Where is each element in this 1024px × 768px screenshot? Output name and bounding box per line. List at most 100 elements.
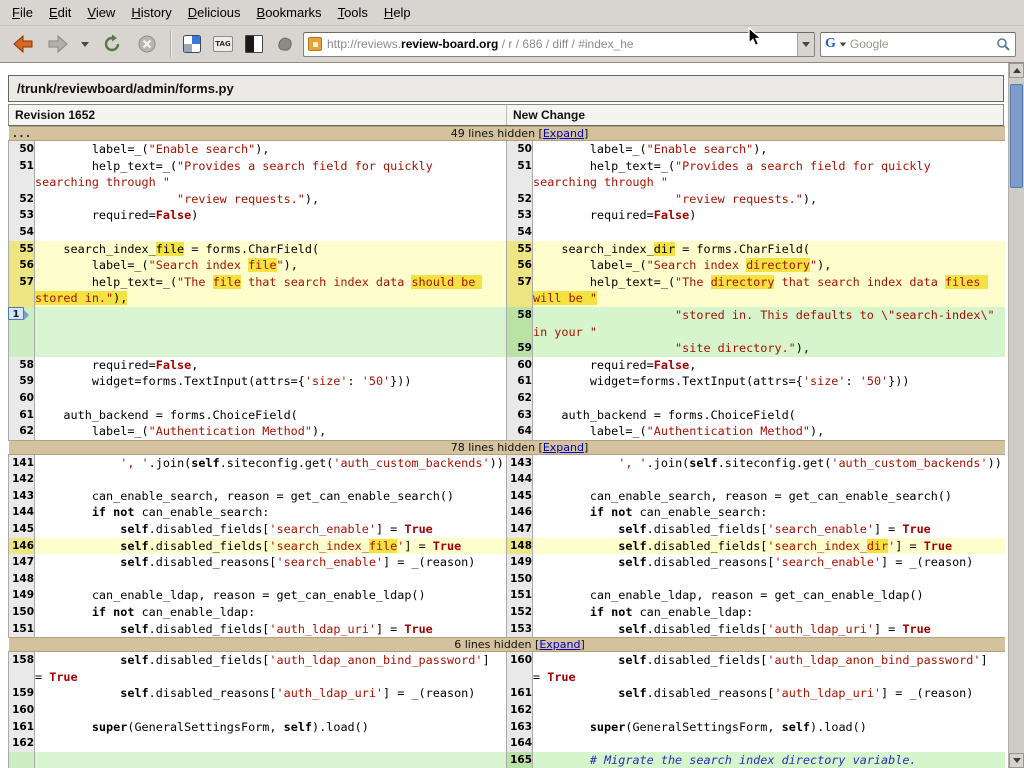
line-number[interactable]: 55 <box>507 241 533 258</box>
line-number[interactable]: 164 <box>507 735 533 752</box>
url-dropdown-button[interactable] <box>797 33 814 56</box>
line-number[interactable]: 64 <box>507 423 533 440</box>
line-number[interactable]: 161 <box>507 685 533 702</box>
line-number[interactable]: 147 <box>507 521 533 538</box>
diff-row: 162 164 <box>9 735 1005 752</box>
back-button[interactable] <box>8 29 38 59</box>
reload-button[interactable] <box>97 29 127 59</box>
line-number[interactable]: 57 <box>9 274 35 307</box>
line-number[interactable]: 150 <box>9 604 35 621</box>
comment-flag[interactable]: 1 <box>8 307 24 320</box>
line-number[interactable]: 144 <box>507 471 533 488</box>
tag-button[interactable]: TAG <box>210 30 236 58</box>
search-input[interactable]: Google <box>850 37 993 51</box>
menu-delicious[interactable]: Delicious <box>180 1 249 24</box>
menu-bookmarks[interactable]: Bookmarks <box>249 1 330 24</box>
line-number[interactable]: 142 <box>9 471 35 488</box>
line-number[interactable]: 53 <box>507 207 533 224</box>
line-number[interactable]: 161 <box>9 719 35 736</box>
expand-link[interactable]: Expand <box>543 441 584 454</box>
line-number[interactable] <box>9 340 35 357</box>
line-number[interactable]: 150 <box>507 571 533 588</box>
forward-button[interactable] <box>43 29 73 59</box>
menu-view[interactable]: View <box>79 1 123 24</box>
line-number[interactable]: 151 <box>507 587 533 604</box>
expand-link[interactable]: Expand <box>539 638 580 651</box>
scroll-down-button[interactable] <box>1009 753 1024 768</box>
code-cell: help_text=_("The directory that search i… <box>533 274 1005 307</box>
line-number[interactable]: 60 <box>507 357 533 374</box>
menu-tools[interactable]: Tools <box>330 1 376 24</box>
line-number[interactable]: 59 <box>9 373 35 390</box>
scrollbar-thumb[interactable] <box>1010 84 1023 188</box>
url-bar[interactable]: http://reviews.review-board.org / r / 68… <box>303 32 815 57</box>
line-number[interactable]: 160 <box>9 702 35 719</box>
menu-help[interactable]: Help <box>376 1 419 24</box>
search-bar[interactable]: G Google <box>820 32 1016 57</box>
line-number[interactable]: 62 <box>9 423 35 440</box>
line-number[interactable]: 50 <box>9 141 35 158</box>
line-number[interactable]: 50 <box>507 141 533 158</box>
line-number[interactable]: 165 <box>507 752 533 768</box>
line-number[interactable]: 148 <box>9 571 35 588</box>
line-number[interactable]: 145 <box>9 521 35 538</box>
line-number[interactable]: 158 <box>9 652 35 686</box>
line-number[interactable]: 51 <box>507 158 533 191</box>
extension-button[interactable] <box>272 30 298 58</box>
history-dropdown-button[interactable] <box>78 29 92 59</box>
line-number[interactable]: 58 <box>507 307 533 340</box>
line-number[interactable]: 57 <box>507 274 533 307</box>
line-number[interactable]: 54 <box>507 224 533 241</box>
line-number[interactable]: 146 <box>507 504 533 521</box>
scroll-up-button[interactable] <box>1009 63 1024 78</box>
line-number[interactable]: 56 <box>9 257 35 274</box>
line-number[interactable]: 63 <box>507 407 533 424</box>
line-number[interactable]: 153 <box>507 621 533 638</box>
expand-link[interactable]: Expand <box>543 127 584 140</box>
line-number[interactable]: 52 <box>9 191 35 208</box>
line-number[interactable]: 58 <box>9 357 35 374</box>
stop-button[interactable] <box>132 29 162 59</box>
line-number[interactable]: 149 <box>507 554 533 571</box>
separator-dots <box>9 440 35 454</box>
line-number[interactable] <box>9 752 35 768</box>
line-number[interactable]: 1 <box>9 307 35 340</box>
line-number[interactable]: 61 <box>507 373 533 390</box>
line-number[interactable]: 159 <box>9 685 35 702</box>
line-number[interactable]: 141 <box>9 454 35 471</box>
line-number[interactable]: 149 <box>9 587 35 604</box>
line-number[interactable]: 143 <box>9 488 35 505</box>
menu-edit[interactable]: Edit <box>41 1 79 24</box>
vertical-scrollbar[interactable] <box>1008 63 1024 768</box>
line-number[interactable]: 163 <box>507 719 533 736</box>
line-number[interactable]: 52 <box>507 191 533 208</box>
line-number[interactable]: 147 <box>9 554 35 571</box>
menu-file[interactable]: File <box>4 1 41 24</box>
line-number[interactable]: 162 <box>507 702 533 719</box>
code-cell: if not can_enable_ldap: <box>35 604 507 621</box>
line-number[interactable]: 146 <box>9 538 35 555</box>
line-number[interactable]: 54 <box>9 224 35 241</box>
line-number[interactable]: 144 <box>9 504 35 521</box>
line-number[interactable]: 56 <box>507 257 533 274</box>
code-cell <box>533 471 1005 488</box>
line-number[interactable]: 51 <box>9 158 35 191</box>
line-number[interactable]: 152 <box>507 604 533 621</box>
line-number[interactable]: 59 <box>507 340 533 357</box>
line-number[interactable]: 62 <box>507 390 533 407</box>
line-number[interactable]: 151 <box>9 621 35 638</box>
code-cell: label=_("Authentication Method"), <box>533 423 1005 440</box>
line-number[interactable]: 148 <box>507 538 533 555</box>
line-number[interactable]: 143 <box>507 454 533 471</box>
checker-button[interactable] <box>241 30 267 58</box>
menu-history[interactable]: History <box>123 1 179 24</box>
line-number[interactable]: 145 <box>507 488 533 505</box>
delicious-button[interactable] <box>179 30 205 58</box>
line-number[interactable]: 162 <box>9 735 35 752</box>
line-number[interactable]: 160 <box>507 652 533 686</box>
line-number[interactable]: 60 <box>9 390 35 407</box>
line-number[interactable]: 55 <box>9 241 35 258</box>
line-number[interactable]: 53 <box>9 207 35 224</box>
chevron-down-icon[interactable] <box>840 42 846 46</box>
line-number[interactable]: 61 <box>9 407 35 424</box>
